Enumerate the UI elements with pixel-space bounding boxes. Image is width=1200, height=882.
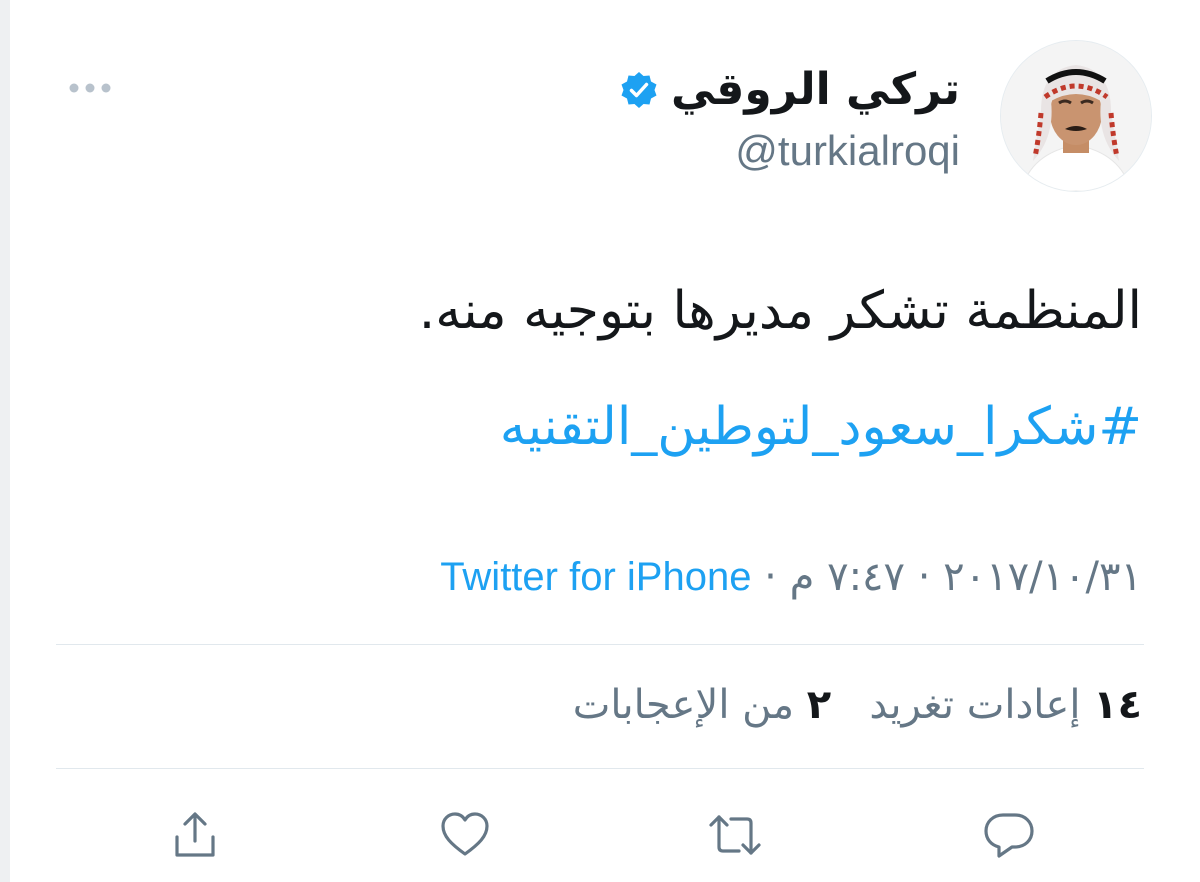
hashtag-link[interactable]: #شكرا_سعود_لتوطين_التقنيه [500, 394, 1142, 460]
tweet-text: المنظمة تشكر مديرها بتوجيه منه. [418, 281, 1142, 341]
likes-stat[interactable]: ٢ من الإعجابات [573, 682, 832, 728]
tweet-metadata: ٢٠١٧/١٠/٣١ · ٧:٤٧ م · Twitter for iPhone [440, 550, 1142, 604]
tweet-actions [10, 800, 1200, 870]
source-link[interactable]: Twitter for iPhone [440, 555, 751, 599]
retweet-icon[interactable] [700, 800, 770, 870]
retweets-count: ١٤ [1093, 682, 1142, 728]
tweet-stats: ١٤ إعادات تغريد ٢ من الإعجابات [573, 678, 1142, 732]
likes-count: ٢ [806, 682, 832, 728]
avatar[interactable] [1000, 40, 1152, 192]
tweet-header: تركي الروقي @turkialroqi [619, 62, 960, 178]
display-name[interactable]: تركي الروقي [671, 62, 960, 118]
retweets-stat[interactable]: ١٤ إعادات تغريد [857, 682, 1142, 728]
likes-label: من الإعجابات [572, 682, 795, 728]
tweet-date: ٢٠١٧/١٠/٣١ [943, 554, 1142, 600]
share-icon[interactable] [160, 800, 230, 870]
verified-badge-icon [619, 70, 659, 110]
meta-separator: · [917, 554, 931, 600]
divider [56, 644, 1144, 645]
meta-separator: · [764, 554, 777, 600]
left-border [0, 0, 10, 882]
divider [56, 768, 1144, 769]
tweet-card: تركي الروقي @turkialroqi المنظمة تشكر مد… [10, 0, 1200, 882]
tweet-time: ٧:٤٧ م [789, 554, 906, 600]
user-handle[interactable]: @turkialroqi [619, 124, 960, 178]
more-options-icon[interactable] [60, 70, 120, 106]
reply-icon[interactable] [974, 800, 1044, 870]
like-heart-icon[interactable] [430, 800, 500, 870]
retweets-label: إعادات تغريد [869, 682, 1081, 728]
